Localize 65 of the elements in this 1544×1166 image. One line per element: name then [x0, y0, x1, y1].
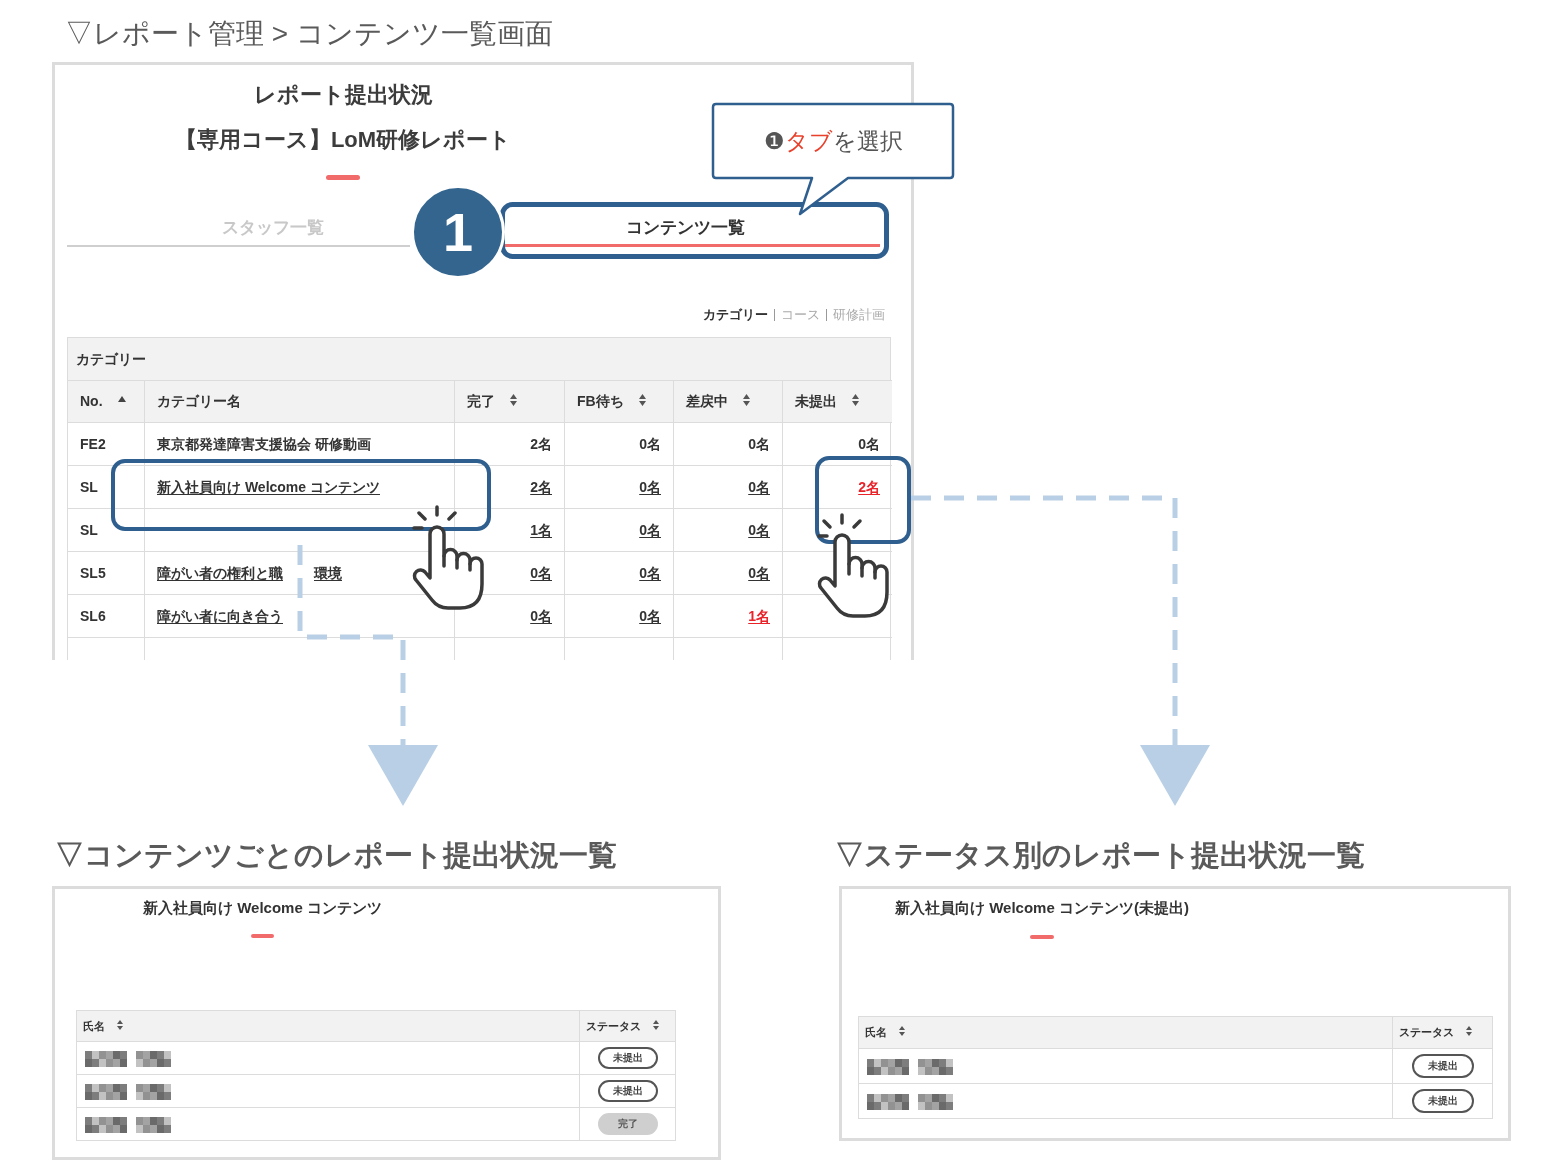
sort-icon[interactable] [1466, 1026, 1472, 1036]
status-tag: 未提出 [597, 1047, 658, 1069]
column-header[interactable]: 完了 [454, 380, 564, 422]
column-header[interactable]: カテゴリー名 [144, 380, 454, 422]
sort-icon[interactable] [899, 1026, 905, 1036]
column-header[interactable]: 氏名 [858, 1016, 1392, 1048]
count-link[interactable]: 0名 [748, 476, 770, 498]
row-number: SL [80, 520, 98, 540]
column-header[interactable]: ステータス [579, 1010, 675, 1041]
count-link[interactable]: 0名 [748, 562, 770, 584]
count-link[interactable]: 0名 [639, 519, 661, 541]
panel-title: 新入社員向け Welcome コンテンツ(未提出) [895, 898, 1189, 918]
count-value: 0名 [748, 434, 770, 454]
sort-icon[interactable] [852, 394, 859, 406]
column-header[interactable]: 差戻中 [673, 380, 782, 422]
sort-icon[interactable] [653, 1019, 659, 1030]
count-link[interactable]: 1名 [530, 519, 552, 541]
count-link[interactable]: 2名 [530, 476, 552, 498]
sort-icon[interactable] [117, 1019, 123, 1030]
view-link[interactable]: カテゴリー [703, 306, 768, 324]
column-header[interactable]: FB待ち [564, 380, 673, 422]
count-link[interactable]: 0名 [639, 476, 661, 498]
accent-dash [326, 175, 360, 180]
status-tag: 未提出 [597, 1080, 658, 1102]
table-caption: カテゴリー [76, 349, 146, 369]
sort-icon[interactable] [743, 394, 750, 406]
section-heading: ▽レポート管理 > コンテンツ一覧画面 [65, 17, 553, 51]
count-link[interactable]: 0名 [639, 605, 661, 627]
column-header[interactable]: ステータス [1392, 1016, 1492, 1048]
column-header[interactable]: 未提出 [782, 380, 892, 422]
accent-dash [250, 934, 274, 938]
category-link[interactable]: 環境 [314, 562, 342, 584]
count-link[interactable]: 2名 [858, 476, 880, 498]
step-number-marker: 1 [411, 185, 505, 279]
section-heading: ▽ステータス別のレポート提出状況一覧 [835, 838, 1365, 872]
count-link[interactable]: 1名 [748, 605, 770, 627]
screen-title: レポート提出状況 [253, 81, 433, 109]
count-link[interactable]: 0名 [748, 519, 770, 541]
count-link[interactable]: 0名 [530, 605, 552, 627]
section-heading: ▽コンテンツごとのレポート提出状況一覧 [55, 838, 617, 872]
sort-ascending-icon[interactable] [117, 395, 126, 402]
sort-icon[interactable] [638, 394, 646, 406]
count-link[interactable]: 0名 [530, 562, 552, 584]
count-value: 2名 [530, 434, 552, 454]
row-number: FE2 [80, 434, 106, 454]
screen-subtitle: 【専用コース】LoM研修レポート [174, 126, 512, 154]
status-tag: 未提出 [1411, 1054, 1474, 1078]
accent-dash [1029, 935, 1054, 939]
sort-icon[interactable] [510, 394, 517, 406]
panel-title: 新入社員向け Welcome コンテンツ [143, 898, 382, 918]
category-link[interactable]: 新入社員向け Welcome コンテンツ [157, 476, 380, 498]
status-tag: 未提出 [1411, 1089, 1474, 1113]
row-number: SL [80, 477, 98, 497]
row-number: SL5 [80, 563, 106, 583]
count-link[interactable]: 0名 [639, 562, 661, 584]
category-link[interactable]: 障がい者の権利と職 [157, 562, 283, 584]
status-tag: 完了 [597, 1113, 658, 1135]
column-header[interactable]: No. [68, 380, 144, 422]
count-value: 0名 [639, 434, 661, 454]
callout-text: ❶ タブを選択 [763, 126, 903, 156]
column-header[interactable]: 氏名 [76, 1010, 579, 1041]
category-link[interactable]: 障がい者に向き合う [157, 605, 283, 627]
count-value: 0名 [858, 434, 880, 454]
row-number: SL6 [80, 606, 106, 626]
category-name: 東京都発達障害支援協会 研修動画 [157, 434, 371, 454]
